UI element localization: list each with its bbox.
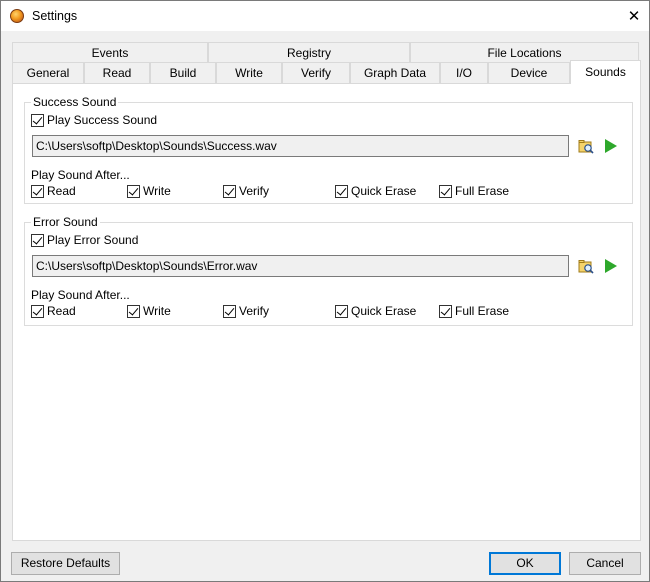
error-sound-title: Error Sound (31, 215, 100, 229)
success-verify-label: Verify (239, 184, 270, 198)
error-read-label: Read (47, 304, 76, 318)
tab-io[interactable]: I/O (440, 62, 488, 83)
checkbox-checked (335, 304, 348, 318)
settings-window: Settings ✕ Events Registry File Location… (0, 0, 650, 582)
folder-search-icon[interactable] (578, 138, 594, 154)
play-icon[interactable] (605, 259, 617, 273)
checkbox-checked (439, 304, 452, 318)
sounds-panel: Success Sound Play Success Sound Play So… (12, 83, 641, 541)
success-quick-erase-label: Quick Erase (351, 184, 417, 198)
success-read-checkbox[interactable]: Read (31, 184, 76, 198)
error-write-label: Write (143, 304, 171, 318)
folder-search-icon[interactable] (578, 258, 594, 274)
tab-build[interactable]: Build (150, 62, 216, 83)
error-full-erase-checkbox[interactable]: Full Erase (439, 304, 509, 318)
checkbox-checked (439, 184, 452, 198)
error-full-erase-label: Full Erase (455, 304, 510, 318)
play-icon[interactable] (605, 139, 617, 153)
success-write-checkbox[interactable]: Write (127, 184, 171, 198)
success-verify-checkbox[interactable]: Verify (223, 184, 269, 198)
checkbox-checked (31, 233, 44, 247)
restore-defaults-button[interactable]: Restore Defaults (11, 552, 120, 575)
error-verify-checkbox[interactable]: Verify (223, 304, 269, 318)
tab-sounds[interactable]: Sounds (570, 60, 641, 84)
checkbox-checked (31, 113, 44, 127)
success-write-label: Write (143, 184, 171, 198)
checkbox-checked (223, 184, 236, 198)
checkbox-checked (127, 304, 140, 318)
tab-registry[interactable]: Registry (208, 42, 410, 63)
play-success-sound-label: Play Success Sound (47, 113, 158, 127)
error-sound-path-field[interactable] (32, 255, 569, 277)
error-write-checkbox[interactable]: Write (127, 304, 171, 318)
play-error-sound-checkbox[interactable]: Play Error Sound (31, 233, 138, 247)
window-title: Settings (32, 9, 78, 23)
success-full-erase-label: Full Erase (455, 184, 510, 198)
error-quick-erase-checkbox[interactable]: Quick Erase (335, 304, 416, 318)
tab-device[interactable]: Device (488, 62, 570, 83)
tab-read[interactable]: Read (84, 62, 150, 83)
checkbox-checked (335, 184, 348, 198)
tab-events[interactable]: Events (12, 42, 208, 63)
close-icon: ✕ (627, 8, 641, 25)
tab-general[interactable]: General (12, 62, 84, 83)
cancel-button[interactable]: Cancel (569, 552, 641, 575)
play-sound-after-label: Play Sound After... (31, 168, 130, 182)
ok-button[interactable]: OK (489, 552, 561, 575)
close-button[interactable]: ✕ (619, 1, 649, 31)
success-sound-path-field[interactable] (32, 135, 569, 157)
error-quick-erase-label: Quick Erase (351, 304, 417, 318)
play-sound-after-label: Play Sound After... (31, 288, 130, 302)
error-verify-label: Verify (239, 304, 270, 318)
checkbox-checked (127, 184, 140, 198)
checkbox-checked (31, 304, 44, 318)
success-full-erase-checkbox[interactable]: Full Erase (439, 184, 509, 198)
tab-write[interactable]: Write (216, 62, 282, 83)
play-error-sound-label: Play Error Sound (47, 233, 139, 247)
error-sound-group: Error Sound Play Error Sound Play Sound … (24, 215, 633, 326)
app-orb-icon (10, 9, 24, 23)
tab-graph-data[interactable]: Graph Data (350, 62, 440, 83)
success-sound-title: Success Sound (31, 95, 119, 109)
tab-verify[interactable]: Verify (282, 62, 350, 83)
title-bar: Settings ✕ (1, 1, 649, 31)
play-success-sound-checkbox[interactable]: Play Success Sound (31, 113, 157, 127)
success-read-label: Read (47, 184, 76, 198)
error-read-checkbox[interactable]: Read (31, 304, 76, 318)
checkbox-checked (31, 184, 44, 198)
success-sound-group: Success Sound Play Success Sound Play So… (24, 95, 633, 204)
success-quick-erase-checkbox[interactable]: Quick Erase (335, 184, 416, 198)
checkbox-checked (223, 304, 236, 318)
